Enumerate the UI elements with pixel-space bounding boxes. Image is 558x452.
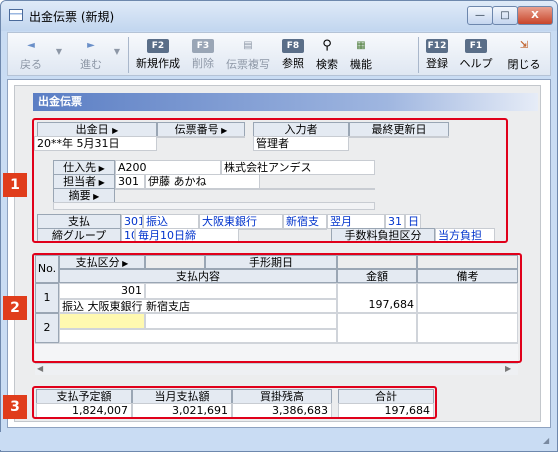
scroll-right-icon[interactable]: ▶ bbox=[505, 364, 511, 373]
toolbar-separator bbox=[418, 37, 419, 73]
toolbar: ◄ 戻る ▼ ► 進む ▼ F2 新規作成 F3 削除 ▤ 伝票複写 F8 参照 ⚲ 検索 ▦… bbox=[7, 32, 551, 76]
back-button[interactable]: ◄ 戻る bbox=[14, 36, 48, 74]
annotation-badge-1: 1 bbox=[3, 173, 27, 197]
search-icon: ⚲ bbox=[322, 38, 332, 53]
function-button[interactable]: ▦ 機能 bbox=[346, 36, 376, 74]
copy-icon: ▤ bbox=[243, 40, 253, 51]
help-button[interactable]: F1 ヘルプ bbox=[456, 36, 496, 74]
close-button[interactable]: ⇲ 閉じる bbox=[504, 36, 544, 74]
window-title: 出金伝票 (新規) bbox=[29, 10, 115, 24]
f2-key-icon: F2 bbox=[147, 39, 169, 53]
window-app-icon bbox=[9, 9, 23, 21]
close-window-button[interactable]: X bbox=[517, 6, 553, 25]
f8-key-icon: F8 bbox=[282, 39, 304, 53]
search-button[interactable]: ⚲ 検索 bbox=[312, 36, 342, 74]
f3-key-icon: F3 bbox=[192, 39, 214, 53]
resize-grip-icon[interactable]: ◢ bbox=[543, 436, 555, 448]
toolbar-separator bbox=[128, 37, 129, 73]
grid-horizontal-scrollbar[interactable]: ◀ ▶ bbox=[35, 363, 518, 375]
reference-button[interactable]: F8 参照 bbox=[278, 36, 308, 74]
maximize-button[interactable]: □ bbox=[492, 6, 518, 25]
forward-arrow-icon: ► bbox=[87, 40, 95, 51]
delete-button[interactable]: F3 削除 bbox=[188, 36, 218, 74]
function-icon: ▦ bbox=[356, 40, 366, 51]
scroll-left-icon[interactable]: ◀ bbox=[37, 364, 43, 373]
copy-slip-button[interactable]: ▤ 伝票複写 bbox=[222, 36, 274, 74]
new-button[interactable]: F2 新規作成 bbox=[132, 36, 184, 74]
annotation-box-1 bbox=[32, 118, 508, 243]
title-bar: 出金伝票 (新規) — □ X bbox=[1, 1, 557, 31]
status-bar bbox=[0, 432, 556, 450]
forward-button[interactable]: ► 進む bbox=[74, 36, 108, 74]
page-title: 出金伝票 bbox=[33, 93, 538, 111]
annotation-badge-3: 3 bbox=[3, 395, 27, 419]
back-arrow-icon: ◄ bbox=[27, 40, 35, 51]
f1-key-icon: F1 bbox=[465, 39, 487, 53]
annotation-badge-2: 2 bbox=[3, 296, 27, 320]
exit-icon: ⇲ bbox=[519, 40, 529, 51]
annotation-box-2 bbox=[32, 253, 522, 363]
register-button[interactable]: F12 登録 bbox=[422, 36, 452, 74]
minimize-button[interactable]: — bbox=[467, 6, 493, 25]
annotation-box-3 bbox=[32, 386, 437, 419]
f12-key-icon: F12 bbox=[426, 39, 448, 53]
